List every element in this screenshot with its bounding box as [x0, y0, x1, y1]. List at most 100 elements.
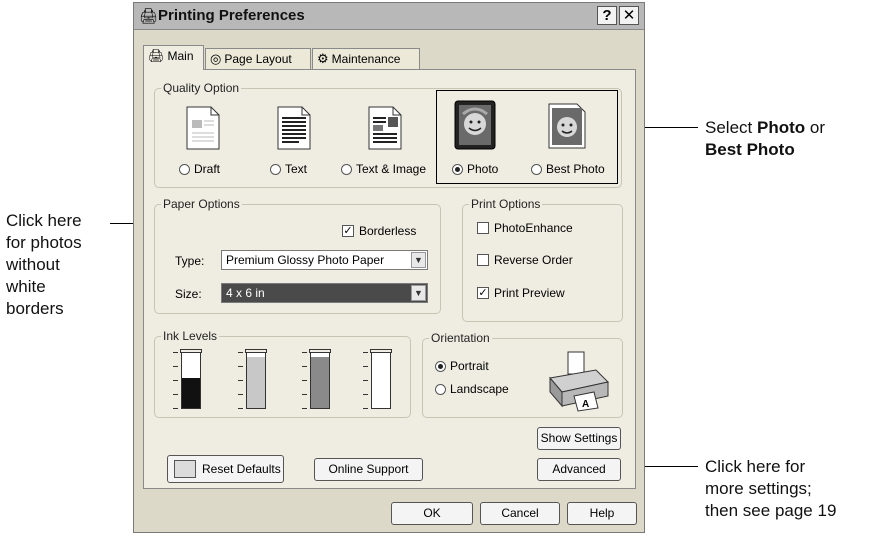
radio-indicator: [341, 163, 352, 175]
select-value: 4 x 6 in: [226, 286, 265, 300]
radio-text-image[interactable]: Text & Image: [341, 162, 426, 176]
check-indicator: ✓: [342, 225, 354, 237]
close-button[interactable]: ✕: [619, 6, 639, 25]
window-title: Printing Preferences: [158, 7, 305, 24]
annotation-text: Select: [705, 118, 757, 137]
print-preview-checkbox[interactable]: ✓ Print Preview: [477, 286, 565, 300]
radio-label: Text: [285, 162, 308, 176]
ok-button[interactable]: OK: [391, 502, 473, 525]
annotation-line: without: [6, 255, 60, 274]
tab-label: Page Layout: [224, 52, 292, 66]
annotation-line: Click here: [6, 211, 82, 230]
ink-tank: [180, 349, 202, 409]
annotation-borderless: Click here for photos without white bord…: [6, 210, 82, 320]
radio-best-photo[interactable]: Best Photo: [531, 162, 605, 176]
annotation-line: white: [6, 277, 46, 296]
printer-icon: 🖨: [148, 48, 165, 63]
tab-maintenance[interactable]: ⚙ Maintenance: [312, 48, 420, 70]
ink-tank: [309, 349, 331, 409]
size-label: Size:: [175, 287, 202, 301]
page-layout-icon: ◎: [210, 51, 222, 66]
cancel-button[interactable]: Cancel: [480, 502, 560, 525]
group-label: Paper Options: [161, 197, 242, 211]
select-value: Premium Glossy Photo Paper: [226, 253, 385, 267]
radio-label: Landscape: [450, 382, 509, 396]
check-indicator: [477, 222, 489, 234]
radio-indicator: [435, 383, 446, 395]
annotation-line: more settings;: [705, 479, 812, 498]
reverse-order-checkbox[interactable]: Reverse Order: [477, 253, 573, 267]
printer-icon: 🖨: [139, 8, 159, 25]
radio-indicator: [452, 163, 463, 175]
paper-size-select[interactable]: 4 x 6 in ▼: [221, 283, 428, 303]
check-indicator: ✓: [477, 287, 489, 299]
best-photo-icon: [548, 103, 586, 149]
group-label: Orientation: [429, 331, 492, 345]
type-label: Type:: [175, 254, 205, 268]
borderless-checkbox[interactable]: ✓ Borderless: [342, 224, 416, 238]
radio-label: Draft: [194, 162, 221, 176]
tab-label: Maintenance: [331, 52, 401, 66]
annotation-line: borders: [6, 299, 64, 318]
ink-scale: [173, 352, 179, 409]
ink-scale: [302, 352, 308, 409]
radio-label: Photo: [467, 162, 499, 176]
group-label: Quality Option: [161, 81, 242, 95]
check-indicator: [477, 254, 489, 266]
reset-defaults-button[interactable]: Reset Defaults: [167, 455, 284, 483]
reset-defaults-icon: [174, 460, 196, 478]
radio-indicator: [531, 163, 542, 175]
chevron-down-icon: ▼: [411, 285, 426, 301]
radio-indicator: [270, 163, 281, 175]
tab-label: Main: [167, 49, 194, 63]
annotation-line: Click here for: [705, 457, 806, 476]
chevron-down-icon: ▼: [411, 252, 426, 268]
group-label: Print Options: [469, 197, 543, 211]
online-support-button[interactable]: Online Support: [314, 458, 423, 481]
photoenhance-checkbox[interactable]: PhotoEnhance: [477, 221, 573, 235]
radio-landscape[interactable]: Landscape: [435, 382, 509, 396]
annotation-advanced: Click here for more settings; then see p…: [705, 456, 836, 522]
annotation-bold-best-photo: Best Photo: [705, 140, 795, 159]
ink-fill: [182, 377, 200, 408]
radio-label: Portrait: [450, 359, 489, 373]
radio-label: Best Photo: [546, 162, 605, 176]
radio-text[interactable]: Text: [270, 162, 307, 176]
ink-tank: [245, 349, 267, 409]
help-title-button[interactable]: ?: [597, 6, 617, 25]
show-settings-button[interactable]: Show Settings: [537, 427, 621, 450]
ink-scale: [238, 352, 244, 409]
checkbox-label: Borderless: [359, 224, 417, 238]
ink-scale: [363, 352, 369, 409]
ink-fill: [311, 357, 329, 408]
text-page-icon: [277, 106, 311, 150]
annotation-line: then see page 19: [705, 501, 837, 520]
radio-indicator: [179, 163, 190, 175]
title-bar: 🖨 Printing Preferences ? ✕: [134, 3, 644, 30]
radio-indicator: [435, 360, 446, 372]
advanced-button[interactable]: Advanced: [537, 458, 621, 481]
printing-preferences-dialog: 🖨 Printing Preferences ? ✕ 🖨 Main ◎ Page L…: [133, 2, 645, 533]
paper-type-select[interactable]: Premium Glossy Photo Paper ▼: [221, 250, 428, 270]
annotation-text: or: [805, 118, 825, 137]
printer-orientation-icon: A: [549, 351, 610, 412]
svg-text:A: A: [582, 399, 589, 410]
group-label: Ink Levels: [161, 329, 220, 343]
maintenance-icon: ⚙: [317, 51, 329, 66]
tab-main[interactable]: 🖨 Main: [143, 45, 204, 70]
checkbox-label: PhotoEnhance: [494, 221, 573, 235]
annotation-line: for photos: [6, 233, 82, 252]
text-image-page-icon: [368, 106, 402, 150]
radio-photo[interactable]: Photo: [452, 162, 498, 176]
draft-page-icon: [186, 106, 220, 150]
annotation-select-photo: Select Photo or Best Photo: [705, 117, 825, 161]
radio-portrait[interactable]: Portrait: [435, 359, 489, 373]
checkbox-label: Print Preview: [494, 286, 565, 300]
help-button[interactable]: Help: [567, 502, 637, 525]
annotation-bold-photo: Photo: [756, 118, 806, 137]
radio-label: Text & Image: [356, 162, 427, 176]
radio-draft[interactable]: Draft: [179, 162, 220, 176]
tab-page-layout[interactable]: ◎ Page Layout: [205, 48, 311, 70]
checkbox-label: Reverse Order: [494, 253, 573, 267]
ink-fill: [247, 357, 265, 408]
